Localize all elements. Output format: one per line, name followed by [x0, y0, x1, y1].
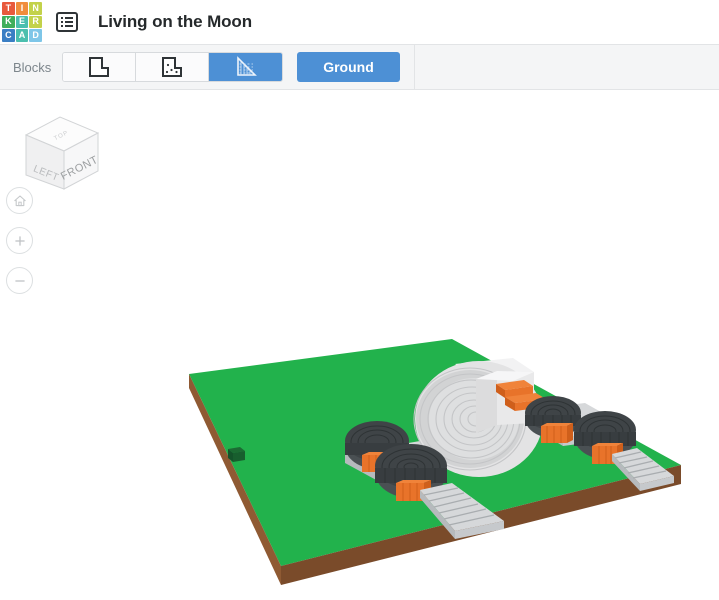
zoom-out-button[interactable]: [6, 267, 33, 294]
logo-letter: T: [5, 2, 12, 13]
blocks-label: Blocks: [13, 59, 52, 75]
home-view-button[interactable]: [6, 187, 33, 214]
page-title: Living on the Moon: [98, 12, 253, 31]
toolbar-divider: [414, 44, 415, 90]
logo-letter: N: [32, 2, 39, 13]
block-shape-group: [62, 52, 283, 82]
ramp-grid-icon: [236, 56, 257, 76]
logo-tile-a: A: [15, 29, 29, 42]
view-nav-buttons: [6, 187, 36, 307]
logo-tile-d: D: [29, 29, 42, 42]
ground-button[interactable]: Ground: [297, 52, 400, 82]
logo-tile-k: K: [2, 15, 15, 29]
plus-icon: [14, 235, 25, 246]
logo-tile-c: C: [2, 29, 15, 42]
logo-tile-n: N: [29, 2, 42, 15]
block-shape-textured-button[interactable]: [136, 53, 209, 81]
logo-letter: A: [18, 30, 26, 41]
block-shape-ramp-button[interactable]: [209, 53, 282, 81]
tinkercad-logo[interactable]: T I N K E R C A D: [0, 0, 44, 44]
logo-letter: C: [5, 30, 12, 41]
minus-icon: [14, 279, 25, 282]
logo-letter: E: [18, 16, 25, 27]
habitat-support-right-rear: [541, 423, 573, 443]
small-bush-voxel: [228, 447, 245, 462]
home-icon: [13, 194, 26, 206]
logo-tile-t: T: [2, 2, 15, 15]
3d-canvas[interactable]: TOP LEFT FRONT: [0, 91, 719, 600]
app-header: T I N K E R C A D Living on the Moon: [0, 0, 719, 45]
project-menu-button[interactable]: [55, 10, 79, 34]
notched-block-dotted-icon: [162, 57, 182, 77]
view-cube[interactable]: TOP LEFT FRONT: [14, 105, 108, 195]
zoom-in-button[interactable]: [6, 227, 33, 254]
logo-tile-i: I: [15, 2, 29, 15]
logo-letter: D: [32, 30, 39, 41]
blocks-toolbar: Blocks Ground: [0, 44, 719, 90]
logo-tile-r: R: [29, 15, 42, 29]
logo-letter: K: [5, 16, 12, 27]
logo-tile-e: E: [15, 15, 29, 29]
tinkercad-blocks-editor: T I N K E R C A D Living on the Moon Blo…: [0, 0, 719, 600]
logo-letter: I: [20, 2, 24, 13]
block-shape-solid-button[interactable]: [63, 53, 136, 81]
logo-letter: R: [32, 16, 39, 27]
list-menu-icon: [56, 12, 78, 32]
notched-block-outline-icon: [89, 57, 109, 77]
